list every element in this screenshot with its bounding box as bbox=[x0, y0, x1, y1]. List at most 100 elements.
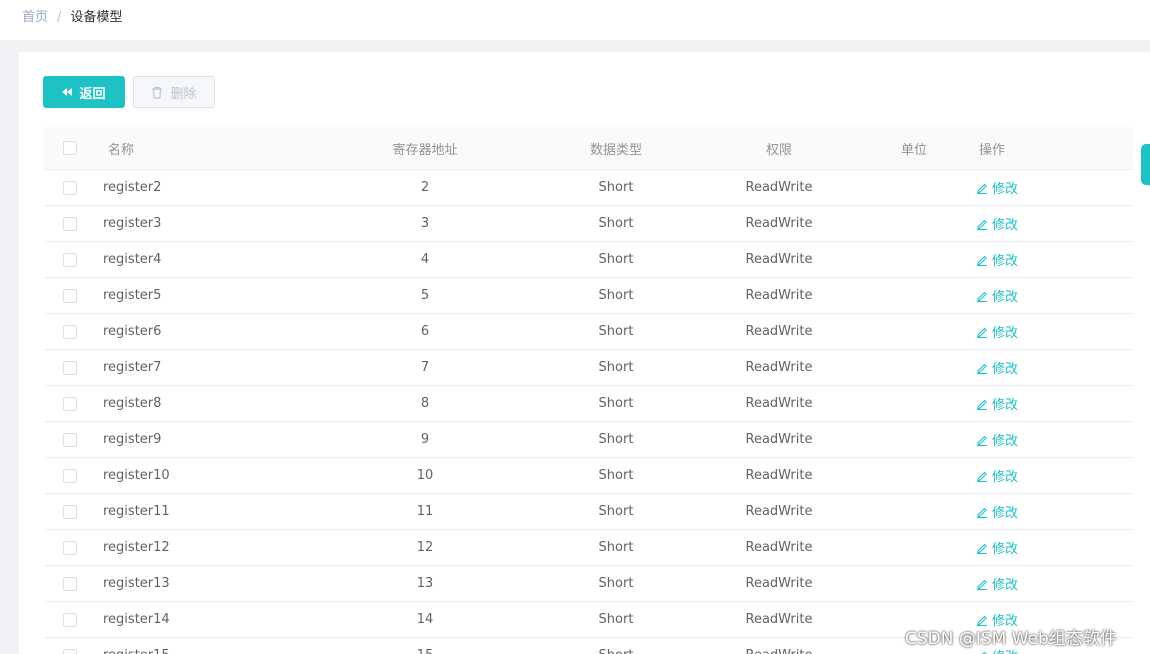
cell-name: register5 bbox=[103, 288, 162, 303]
cell-type: Short bbox=[598, 396, 634, 411]
cell-operation: 修改 bbox=[976, 278, 1056, 313]
table-row[interactable]: register5 5 Short ReadWrite 修改 bbox=[44, 278, 1133, 314]
row-checkbox[interactable] bbox=[63, 504, 77, 519]
table-row[interactable]: register12 12 Short ReadWrite 修改 bbox=[44, 530, 1133, 566]
edit-link[interactable]: 修改 bbox=[976, 286, 1018, 305]
edit-link[interactable]: 修改 bbox=[976, 466, 1018, 485]
cell-operation: 修改 bbox=[976, 206, 1056, 241]
select-all-checkbox[interactable] bbox=[63, 141, 77, 155]
cell-name: register15 bbox=[103, 638, 303, 654]
edit-link[interactable]: 修改 bbox=[976, 214, 1018, 233]
cell-permission: ReadWrite bbox=[745, 180, 813, 195]
row-checkbox[interactable] bbox=[63, 468, 77, 483]
row-checkbox[interactable] bbox=[63, 324, 77, 339]
table-row[interactable]: register7 7 Short ReadWrite 修改 bbox=[44, 350, 1133, 386]
edit-label: 修改 bbox=[992, 290, 1019, 305]
edit-pencil-icon bbox=[976, 182, 988, 194]
edit-link[interactable]: 修改 bbox=[976, 538, 1018, 557]
table-row[interactable]: register4 4 Short ReadWrite 修改 bbox=[44, 242, 1133, 278]
edit-link[interactable]: 修改 bbox=[976, 574, 1018, 593]
edit-link[interactable]: 修改 bbox=[976, 322, 1018, 341]
row-checkbox[interactable] bbox=[63, 360, 77, 375]
table-row[interactable]: register10 10 Short ReadWrite 修改 bbox=[44, 458, 1133, 494]
edit-link[interactable]: 修改 bbox=[976, 178, 1018, 197]
table-row[interactable]: register9 9 Short ReadWrite 修改 bbox=[44, 422, 1133, 458]
header-address: 寄存器地址 bbox=[392, 142, 458, 158]
cell-type: Short bbox=[598, 216, 634, 231]
cell-unit bbox=[884, 566, 944, 601]
edit-pencil-icon bbox=[976, 398, 988, 410]
row-checkbox[interactable] bbox=[63, 648, 77, 654]
row-checkbox-cell bbox=[63, 530, 79, 565]
edit-label: 修改 bbox=[992, 470, 1019, 485]
edit-label: 修改 bbox=[992, 326, 1019, 341]
row-checkbox[interactable] bbox=[63, 540, 77, 555]
cell-address: 8 bbox=[420, 396, 430, 411]
row-checkbox[interactable] bbox=[63, 612, 77, 627]
row-checkbox-cell bbox=[63, 458, 79, 493]
cell-permission: ReadWrite bbox=[729, 638, 829, 654]
delete-button[interactable]: 删除 bbox=[133, 76, 215, 108]
cell-name: register4 bbox=[103, 252, 162, 267]
row-checkbox[interactable] bbox=[63, 252, 77, 267]
edit-link[interactable]: 修改 bbox=[976, 250, 1018, 269]
breadcrumb-separator: / bbox=[57, 10, 62, 25]
breadcrumb: 首页 / 设备模型 bbox=[22, 0, 122, 36]
edit-label: 修改 bbox=[992, 542, 1019, 557]
row-checkbox[interactable] bbox=[63, 432, 77, 447]
edit-pencil-icon bbox=[976, 254, 988, 266]
table-row[interactable]: register6 6 Short ReadWrite 修改 bbox=[44, 314, 1133, 350]
edit-link[interactable]: 修改 bbox=[976, 430, 1018, 449]
cell-address: 11 bbox=[416, 504, 434, 519]
row-checkbox-cell bbox=[63, 602, 79, 637]
row-checkbox[interactable] bbox=[63, 216, 77, 231]
edit-pencil-icon bbox=[976, 218, 988, 230]
edit-link[interactable]: 修改 bbox=[976, 394, 1018, 413]
cell-permission: ReadWrite bbox=[745, 468, 813, 483]
table-row[interactable]: register3 3 Short ReadWrite 修改 bbox=[44, 206, 1133, 242]
table-row[interactable]: register11 11 Short ReadWrite 修改 bbox=[44, 494, 1133, 530]
cell-type: Short bbox=[598, 324, 634, 339]
cell-address: 6 bbox=[420, 324, 430, 339]
cell-unit bbox=[884, 422, 944, 457]
row-checkbox[interactable] bbox=[63, 180, 77, 195]
table-row[interactable]: register8 8 Short ReadWrite 修改 bbox=[44, 386, 1133, 422]
row-checkbox[interactable] bbox=[63, 288, 77, 303]
edit-link[interactable]: 修改 bbox=[976, 502, 1018, 521]
edit-pencil-icon bbox=[976, 290, 988, 302]
breadcrumb-home[interactable]: 首页 bbox=[22, 10, 48, 25]
cell-address: 5 bbox=[420, 288, 430, 303]
double-chevron-left-icon bbox=[62, 88, 73, 96]
edit-label: 修改 bbox=[992, 398, 1019, 413]
cell-name: register11 bbox=[103, 504, 170, 519]
edit-link[interactable]: 修改 bbox=[976, 358, 1018, 377]
row-checkbox-cell bbox=[63, 386, 79, 421]
cell-operation: 修改 bbox=[976, 350, 1056, 385]
cell-permission: ReadWrite bbox=[745, 252, 813, 267]
header-name: 名称 bbox=[108, 142, 135, 158]
trash-icon bbox=[151, 86, 163, 99]
row-checkbox-cell bbox=[63, 494, 79, 529]
watermark: CSDN @ISM Web组态软件 bbox=[905, 629, 1117, 649]
cell-address: 4 bbox=[420, 252, 430, 267]
table-row[interactable]: register13 13 Short ReadWrite 修改 bbox=[44, 566, 1133, 602]
side-panel-tab[interactable] bbox=[1141, 144, 1150, 185]
row-checkbox[interactable] bbox=[63, 576, 77, 591]
cell-type: Short bbox=[598, 540, 634, 555]
row-checkbox-cell bbox=[63, 242, 79, 277]
table-row[interactable]: register2 2 Short ReadWrite 修改 bbox=[44, 170, 1133, 206]
cell-operation: 修改 bbox=[976, 242, 1056, 277]
row-checkbox[interactable] bbox=[63, 396, 77, 411]
cell-type: Short bbox=[598, 180, 634, 195]
row-checkbox-cell bbox=[63, 170, 79, 205]
edit-label: 修改 bbox=[992, 254, 1019, 269]
cell-permission: ReadWrite bbox=[745, 324, 813, 339]
cell-address: 10 bbox=[416, 468, 434, 483]
back-button[interactable]: 返回 bbox=[43, 76, 125, 108]
cell-permission: ReadWrite bbox=[745, 612, 813, 627]
cell-permission: ReadWrite bbox=[745, 432, 813, 447]
page: 首页 / 设备模型 返回 删除 名称 寄存器地址 数据类型 权限 单位 操作 r… bbox=[0, 0, 1150, 654]
top-bar: 首页 / 设备模型 bbox=[0, 0, 1150, 40]
cell-operation: 修改 bbox=[976, 386, 1056, 421]
cell-permission: ReadWrite bbox=[745, 576, 813, 591]
